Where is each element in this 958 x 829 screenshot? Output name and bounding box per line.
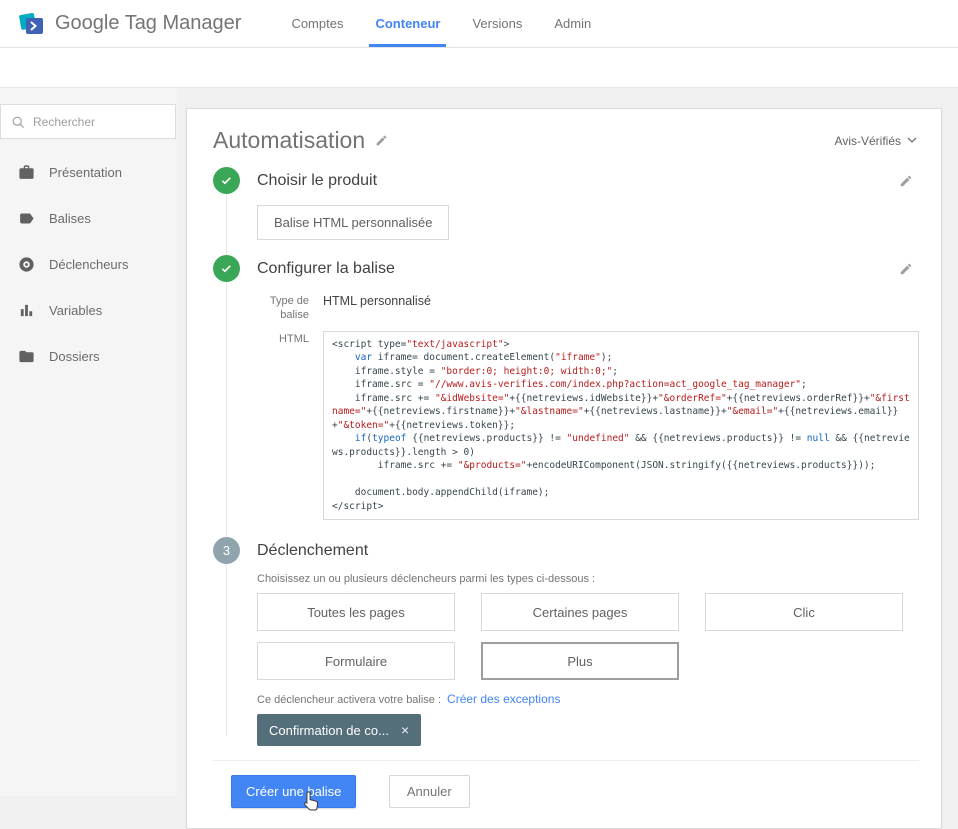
cancel-button[interactable]: Annuler	[389, 775, 470, 808]
trigger-form[interactable]: Formulaire	[257, 642, 455, 680]
trigger-click[interactable]: Clic	[705, 593, 903, 631]
sidebar-item-label: Variables	[49, 303, 102, 318]
create-exceptions-link[interactable]: Créer des exceptions	[447, 692, 560, 706]
trigger-some-pages[interactable]: Certaines pages	[481, 593, 679, 631]
trigger-instruction: Choisissez un ou plusieurs déclencheurs …	[257, 573, 919, 585]
trigger-more[interactable]: Plus	[481, 642, 679, 680]
step3-number-badge: 3	[213, 537, 240, 564]
step-trigger: 3 Déclenchement Choisissez un ou plusieu…	[213, 538, 919, 746]
trigger-icon	[17, 255, 35, 273]
search-input[interactable]	[33, 115, 165, 129]
trigger-all-pages[interactable]: Toutes les pages	[257, 593, 455, 631]
selected-trigger-chip[interactable]: Confirmation de co... ×	[257, 714, 421, 746]
container-selector-label: Avis-Vérifiés	[835, 134, 901, 148]
tag-editor-card: Automatisation Avis-Vérifiés Choisir le …	[186, 108, 942, 829]
html-code-box: <script type="text/javascript"> var ifra…	[323, 331, 919, 521]
selected-product-box[interactable]: Balise HTML personnalisée	[257, 205, 449, 240]
step1-complete-icon	[213, 167, 240, 194]
step-choose-product: Choisir le produit Balise HTML personnal…	[213, 168, 919, 240]
sidebar-item-label: Déclencheurs	[49, 257, 129, 272]
chevron-down-icon	[907, 137, 917, 144]
nav-tab-comptes[interactable]: Comptes	[275, 0, 359, 47]
close-icon[interactable]: ×	[401, 722, 409, 738]
sidebar-item-declencheurs[interactable]: Déclencheurs	[0, 241, 177, 287]
nav-tab-versions[interactable]: Versions	[456, 0, 538, 47]
sidebar-item-balises[interactable]: Balises	[0, 195, 177, 241]
gtm-logo[interactable]: Google Tag Manager	[0, 0, 241, 47]
html-field-label: HTML	[257, 331, 309, 521]
step2-title: Configurer la balise	[257, 256, 395, 281]
sidebar-item-label: Présentation	[49, 165, 122, 180]
container-selector[interactable]: Avis-Vérifiés	[835, 134, 919, 148]
sidebar-item-presentation[interactable]: Présentation	[0, 149, 177, 195]
card-footer: Créer une balise Annuler	[213, 760, 919, 812]
variables-icon	[17, 301, 35, 319]
sidebar-search[interactable]	[0, 104, 176, 139]
step1-title: Choisir le produit	[257, 168, 377, 193]
sidebar-item-label: Balises	[49, 211, 91, 226]
sidebar: Présentation Balises Déclencheurs Variab…	[0, 88, 177, 796]
sidebar-item-label: Dossiers	[49, 349, 100, 364]
search-icon	[11, 115, 25, 129]
content-area: Présentation Balises Déclencheurs Variab…	[0, 88, 958, 796]
create-tag-button[interactable]: Créer une balise	[231, 775, 356, 808]
step-configure-tag: Configurer la balise Type de balise HTML…	[213, 256, 919, 520]
top-app-bar: Google Tag Manager Comptes Conteneur Ver…	[0, 0, 958, 48]
page-title: Automatisation	[213, 127, 365, 154]
card-header: Automatisation Avis-Vérifiés	[213, 127, 919, 154]
edit-title-icon[interactable]	[375, 134, 388, 147]
step2-complete-icon	[213, 255, 240, 282]
secondary-toolbar	[0, 48, 958, 88]
steps-list: Choisir le produit Balise HTML personnal…	[213, 168, 919, 746]
tag-type-value: HTML personnalisé	[323, 293, 431, 323]
step2-edit-icon[interactable]	[899, 262, 913, 276]
folder-icon	[17, 347, 35, 365]
sidebar-menu: Présentation Balises Déclencheurs Variab…	[0, 149, 177, 379]
nav-tab-conteneur[interactable]: Conteneur	[359, 0, 456, 47]
trigger-options: Toutes les pages Certaines pages Clic Fo…	[257, 593, 919, 680]
fire-label: Ce déclencheur activera votre balise :	[257, 694, 441, 706]
app-title: Google Tag Manager	[55, 12, 241, 35]
sidebar-item-variables[interactable]: Variables	[0, 287, 177, 333]
overview-icon	[17, 163, 35, 181]
tag-icon	[17, 209, 35, 227]
step3-title: Déclenchement	[257, 538, 368, 563]
primary-nav: Comptes Conteneur Versions Admin	[275, 0, 607, 47]
gtm-logo-icon	[18, 11, 45, 37]
sidebar-item-dossiers[interactable]: Dossiers	[0, 333, 177, 379]
step1-edit-icon[interactable]	[899, 174, 913, 188]
tag-type-label: Type de balise	[257, 293, 309, 323]
chip-label: Confirmation de co...	[269, 723, 389, 738]
nav-tab-admin[interactable]: Admin	[538, 0, 607, 47]
